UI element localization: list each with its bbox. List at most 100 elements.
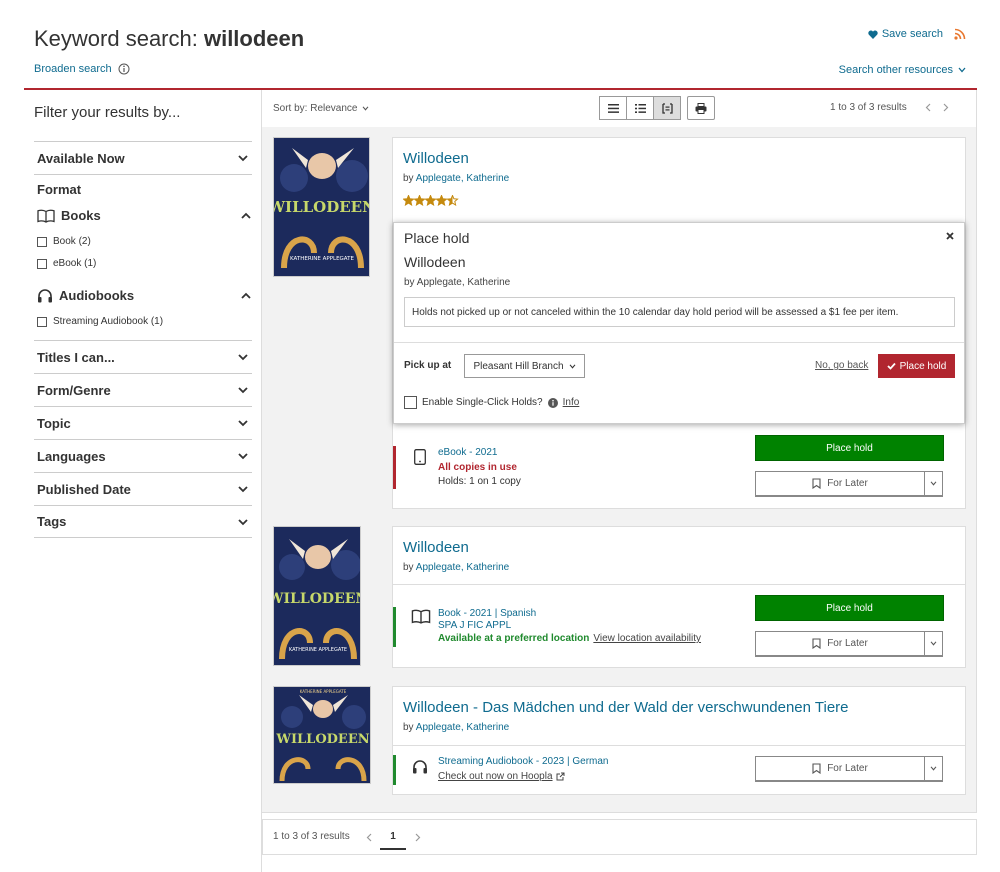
for-later-button[interactable]: For Later <box>755 756 943 782</box>
save-search-label[interactable]: Save search <box>882 28 943 40</box>
card-view-icon <box>661 102 673 114</box>
facet-form-genre[interactable]: Form/Genre <box>34 373 252 406</box>
facet-languages[interactable]: Languages <box>34 439 252 472</box>
facet-format: Format <box>34 174 252 204</box>
chevron-down-icon <box>362 106 369 111</box>
facet-available-now[interactable]: Available Now <box>34 141 252 174</box>
heart-icon <box>868 30 878 39</box>
location-availability-link[interactable]: View location availability <box>593 633 701 644</box>
info-icon[interactable] <box>118 63 130 75</box>
result-title[interactable]: Willodeen - Das Mädchen und der Wald der… <box>403 699 849 716</box>
single-click-checkbox[interactable] <box>404 396 417 409</box>
shelf-dropdown[interactable] <box>924 757 942 780</box>
card-view-button[interactable] <box>653 96 681 120</box>
facet-audiobooks[interactable]: Audiobooks <box>37 288 252 303</box>
cover-author: KATHERINE APPLEGATE <box>300 689 347 694</box>
chevron-right-icon[interactable] <box>943 103 949 112</box>
pickup-value: Pleasant Hill Branch <box>473 360 564 372</box>
place-hold-button[interactable]: Place hold <box>755 595 944 621</box>
author-link[interactable]: Applegate, Katherine <box>416 173 509 184</box>
audiobooks-label: Audiobooks <box>59 288 135 303</box>
checkbox[interactable] <box>37 258 47 269</box>
place-hold-button[interactable]: Place hold <box>755 435 944 461</box>
for-later-button[interactable]: For Later <box>755 631 943 657</box>
facet-label: Form/Genre <box>37 382 111 398</box>
book-cover[interactable]: WILLODEEN KATHERINE APPLEGATE <box>273 526 361 666</box>
tablet-icon <box>414 449 426 465</box>
hoopla-checkout[interactable]: Check out now on Hoopla <box>438 771 565 782</box>
chevron-left-icon[interactable] <box>925 103 931 112</box>
sort-label[interactable]: Sort by: Relevance <box>273 103 358 114</box>
star-icon <box>413 195 426 206</box>
external-link-icon <box>556 772 565 781</box>
hoopla-link[interactable]: Check out now on Hoopla <box>438 771 553 782</box>
info-link[interactable]: Info <box>563 397 580 408</box>
book-cover[interactable]: WILLODEEN KATHERINE APPLEGATE <box>273 137 370 277</box>
single-click-holds-option[interactable]: Enable Single-Click Holds? Info <box>404 396 579 409</box>
list-view-button[interactable] <box>599 96 627 120</box>
chevron-right-icon[interactable] <box>415 833 421 842</box>
star-icon <box>435 195 448 206</box>
cover-author: KATHERINE APPLEGATE <box>289 647 347 653</box>
chevron-down-icon <box>930 641 937 646</box>
cover-title: WILLODEEN <box>274 591 361 607</box>
filter-book[interactable]: Book (2) <box>37 236 91 247</box>
broaden-search[interactable]: Broaden search <box>34 63 130 75</box>
holds-count: Holds: 1 on 1 copy <box>438 476 521 487</box>
filter-ebook[interactable]: eBook (1) <box>37 258 96 269</box>
page-1-link[interactable]: 1 <box>380 828 406 850</box>
view-toggle <box>599 96 681 120</box>
search-other-label[interactable]: Search other resources <box>839 64 953 76</box>
call-number: SPA J FIC APPL <box>438 620 512 631</box>
availability-block: Book - 2021 | Spanish SPA J FIC APPL Ava… <box>393 607 753 647</box>
bulleted-list-icon <box>634 103 646 113</box>
result-title[interactable]: Willodeen <box>403 539 469 556</box>
facet-label: Topic <box>37 415 71 431</box>
book-cover[interactable]: WILLODEEN KATHERINE APPLEGATE <box>273 686 371 784</box>
dialog-heading: Place hold <box>404 230 470 246</box>
chevron-down-icon <box>958 67 966 73</box>
facet-published-date[interactable]: Published Date <box>34 472 252 505</box>
facet-topic[interactable]: Topic <box>34 406 252 439</box>
pickup-location-select[interactable]: Pleasant Hill Branch <box>464 354 585 378</box>
shelf-dropdown[interactable] <box>924 472 942 495</box>
facet-books[interactable]: Books <box>37 208 252 223</box>
bookmark-icon <box>812 478 821 489</box>
chevron-down-icon <box>930 766 937 771</box>
filter-streaming-audiobook[interactable]: Streaming Audiobook (1) <box>37 316 163 327</box>
rss-icon[interactable] <box>954 28 966 40</box>
checkbox[interactable] <box>37 236 47 247</box>
format-link[interactable]: Streaming Audiobook - 2023 | German <box>438 756 608 767</box>
chevron-down-icon <box>569 363 576 369</box>
chevron-down-icon <box>930 481 937 486</box>
detail-list-view-button[interactable] <box>626 96 654 120</box>
star-icon <box>403 195 415 206</box>
for-later-label: For Later <box>827 478 868 489</box>
shelf-dropdown[interactable] <box>924 632 942 655</box>
facet-label: Format <box>37 182 82 197</box>
save-search[interactable]: Save search <box>868 28 943 40</box>
book-icon <box>411 609 431 624</box>
facet-titles-i-can[interactable]: Titles I can... <box>34 340 252 373</box>
sort-dropdown[interactable]: Sort by: Relevance <box>273 103 369 114</box>
confirm-place-hold-button[interactable]: Place hold <box>878 354 955 378</box>
bookmark-icon <box>812 638 821 649</box>
close-icon[interactable] <box>946 232 954 240</box>
search-other-resources[interactable]: Search other resources <box>839 64 966 76</box>
author-link[interactable]: Applegate, Katherine <box>416 562 509 573</box>
result-title[interactable]: Willodeen <box>403 150 469 167</box>
print-button[interactable] <box>687 96 715 120</box>
book-icon <box>37 209 55 223</box>
broaden-search-link[interactable]: Broaden search <box>34 63 112 75</box>
checkbox[interactable] <box>37 316 47 327</box>
star-rating <box>403 195 459 206</box>
author-link[interactable]: Applegate, Katherine <box>416 722 509 733</box>
for-later-button[interactable]: For Later <box>755 471 943 497</box>
format-link[interactable]: eBook - 2021 <box>438 447 498 458</box>
format-link[interactable]: Book - 2021 | Spanish <box>438 608 536 619</box>
result-card: Willodeen - Das Mädchen und der Wald der… <box>392 686 966 795</box>
facet-tags[interactable]: Tags <box>34 505 252 538</box>
chevron-left-icon[interactable] <box>366 833 372 842</box>
no-go-back-link[interactable]: No, go back <box>815 360 868 371</box>
chevron-down-icon <box>237 152 249 164</box>
